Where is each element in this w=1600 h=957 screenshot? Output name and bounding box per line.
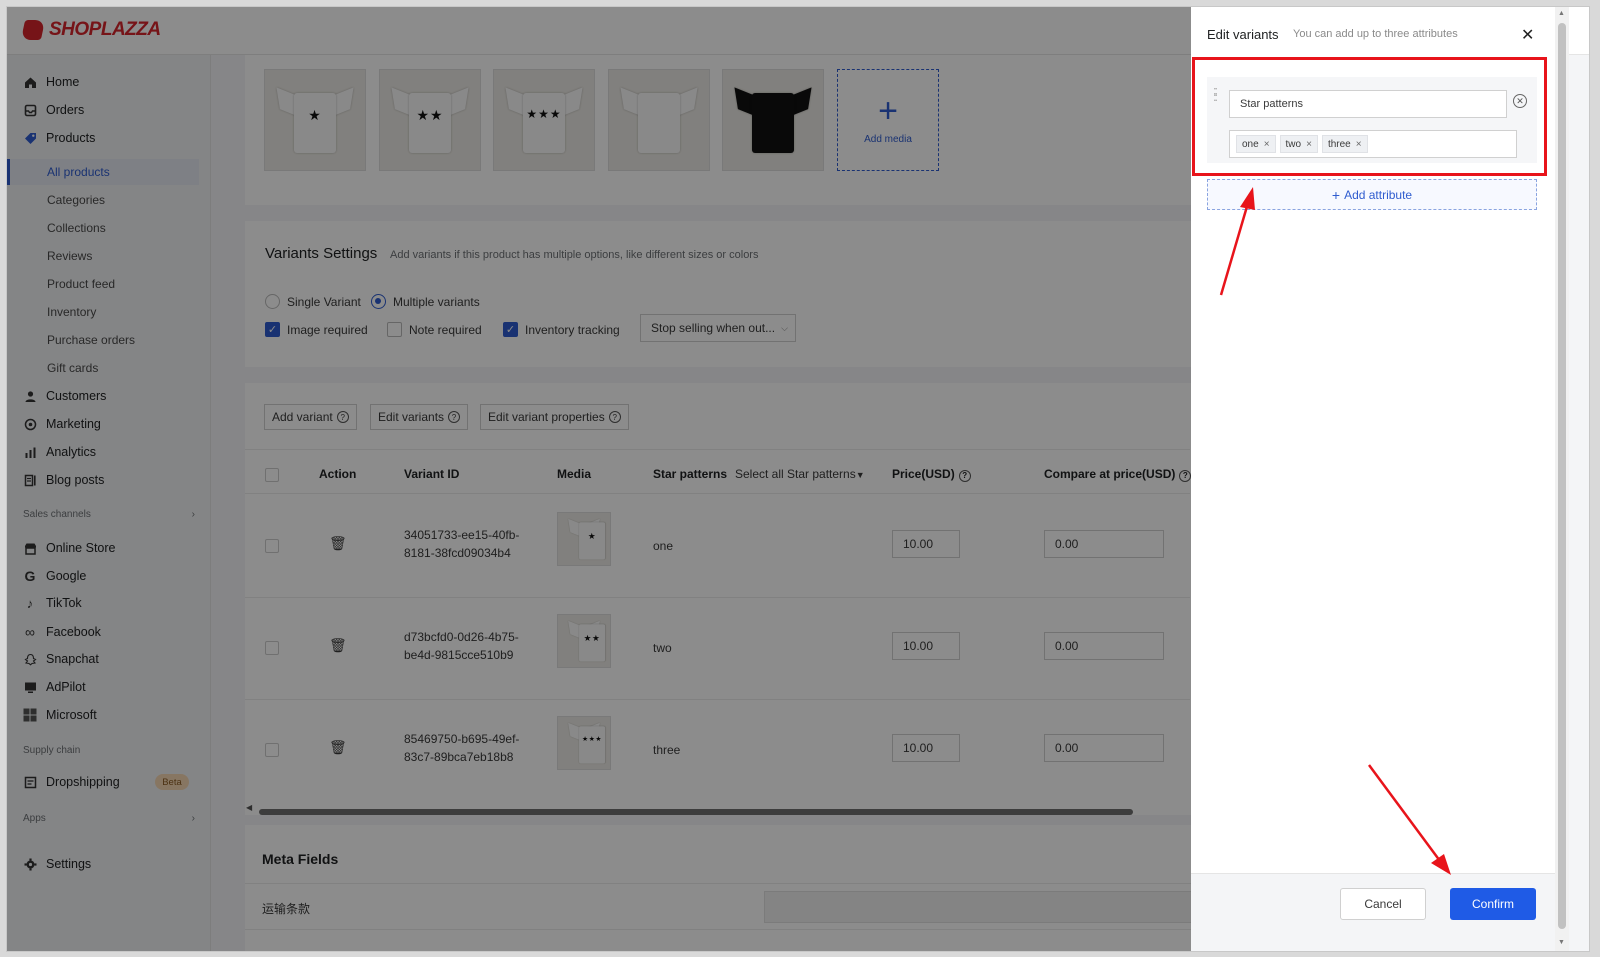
tag-label: one [1242,138,1259,150]
attribute-block: ⁚⁚ ⁚⁚ Star patterns ✕ one × two × three × [1207,77,1537,163]
scrollbar-thumb[interactable] [1558,23,1566,929]
app-window: SHOPLAZZA Home Orders Products All produ… [6,6,1590,952]
scroll-down-arrow[interactable]: ▼ [1558,939,1565,946]
close-icon[interactable]: ✕ [1521,25,1534,45]
attribute-name-input[interactable]: Star patterns [1229,90,1507,118]
value-tag: three × [1321,135,1368,153]
drag-handle-icon[interactable]: ⁚⁚ ⁚⁚ [1213,88,1223,104]
remove-tag-icon[interactable]: × [1264,139,1270,150]
tag-label: three [1327,138,1351,150]
remove-tag-icon[interactable]: × [1356,139,1362,150]
add-attribute-button[interactable]: + Add attribute [1207,179,1537,210]
remove-attribute-icon[interactable]: ✕ [1513,94,1527,108]
scroll-up-arrow[interactable]: ▲ [1558,10,1565,17]
window-scrollbar[interactable]: ▲ ▼ [1555,7,1569,951]
drawer-hint: You can add up to three attributes [1293,28,1458,40]
value-tag: two × [1279,135,1318,153]
plus-icon: + [1331,186,1341,203]
cancel-button[interactable]: Cancel [1340,888,1426,920]
remove-tag-icon[interactable]: × [1306,139,1312,150]
modal-backdrop[interactable] [7,7,1191,951]
edit-variants-drawer: Edit variants You can add up to three at… [1191,7,1555,951]
button-label: Add attribute [1344,187,1413,202]
confirm-button[interactable]: Confirm [1450,888,1536,920]
drawer-title: Edit variants [1207,27,1279,42]
attribute-values-input[interactable]: one × two × three × [1229,130,1517,158]
value-tag: one × [1236,135,1276,153]
tag-label: two [1285,138,1302,150]
drawer-footer: Cancel Confirm [1191,873,1555,951]
